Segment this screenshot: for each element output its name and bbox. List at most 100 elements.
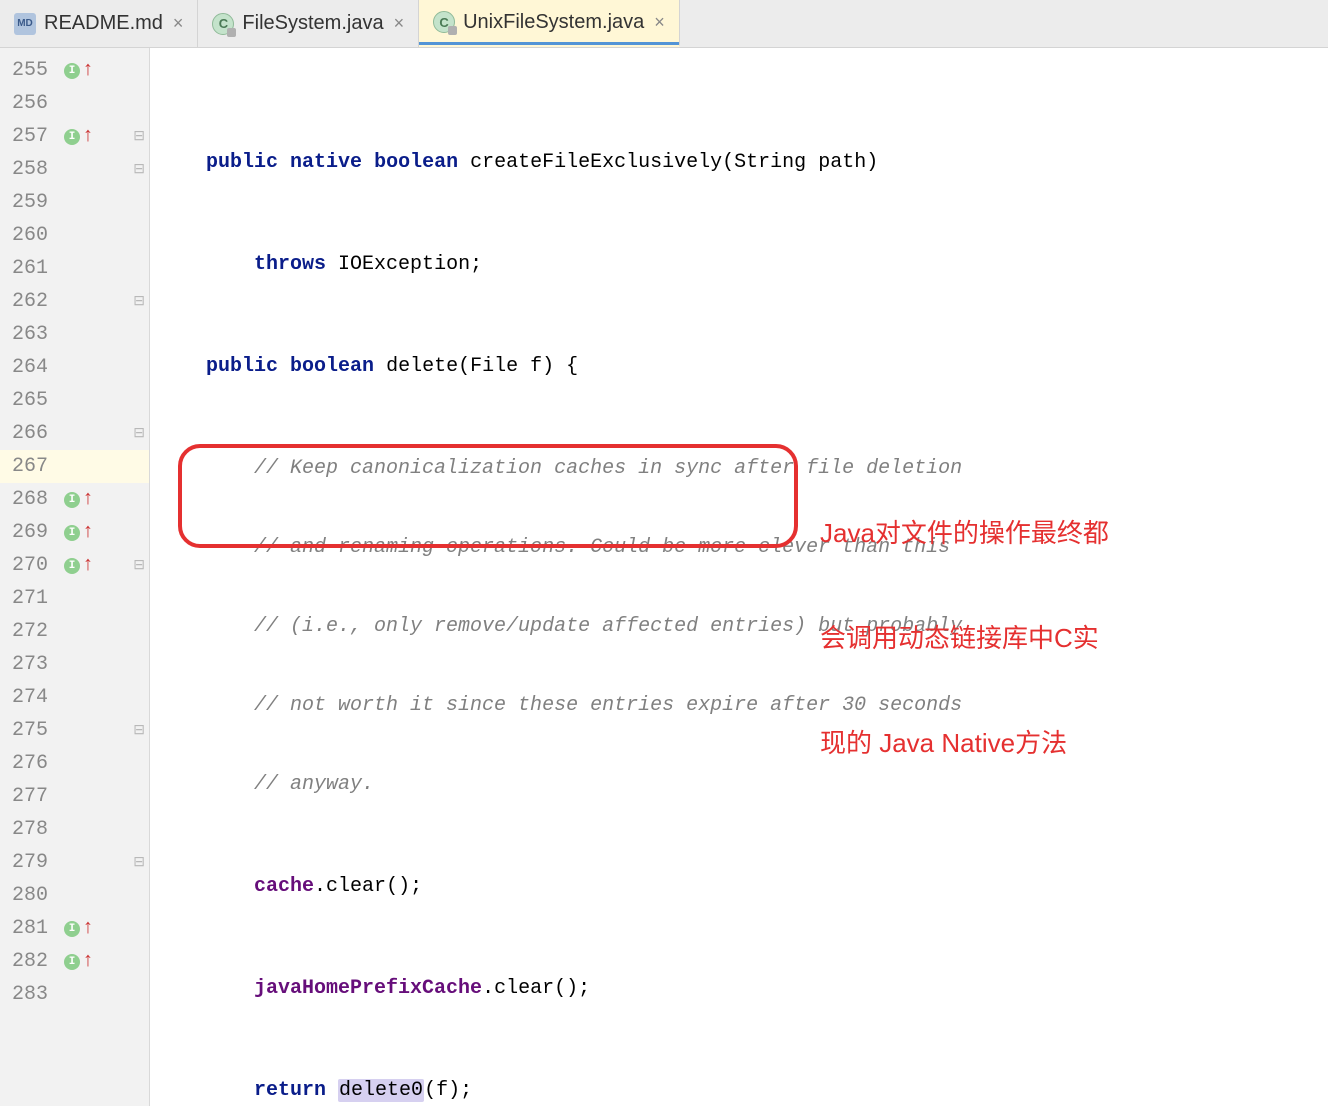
- gutter-line[interactable]: 261: [0, 252, 149, 285]
- override-up-arrow-icon[interactable]: ↑: [82, 950, 94, 973]
- method-clear: clear: [326, 875, 386, 898]
- line-number: 268: [12, 488, 60, 511]
- gutter-line[interactable]: 258⊟: [0, 153, 149, 186]
- gutter-line[interactable]: 267: [0, 450, 149, 483]
- line-number: 264: [12, 356, 60, 379]
- implements-marker-icon[interactable]: [64, 492, 80, 508]
- line-number: 282: [12, 950, 60, 973]
- tab-label: FileSystem.java: [242, 12, 383, 35]
- gutter-line[interactable]: 282 ↑: [0, 945, 149, 978]
- tab-filesystem[interactable]: FileSystem.java ×: [198, 0, 419, 47]
- line-number-gutter[interactable]: 255↑256257↑⊟258⊟259260261262⊟26326426526…: [0, 48, 150, 1106]
- line-number: 278: [12, 818, 60, 841]
- gutter-line[interactable]: 257 ↑ ⊟: [0, 120, 149, 153]
- code-line[interactable]: throws IOException;: [150, 248, 1328, 281]
- fold-toggle-icon[interactable]: ⊟: [133, 128, 145, 145]
- code-line[interactable]: public boolean delete(File f) {: [150, 350, 1328, 383]
- line-number: 255: [12, 59, 60, 82]
- line-number: 257: [12, 125, 60, 148]
- tab-label: UnixFileSystem.java: [463, 11, 644, 34]
- method-delete: delete: [386, 355, 458, 378]
- fold-toggle-icon[interactable]: ⊟: [133, 293, 145, 310]
- line-number: 262: [12, 290, 60, 313]
- line-number: 271: [12, 587, 60, 610]
- gutter-line[interactable]: 256: [0, 87, 149, 120]
- gutter-line[interactable]: 266 ⊟: [0, 417, 149, 450]
- line-number: 274: [12, 686, 60, 709]
- gutter-line[interactable]: 271: [0, 582, 149, 615]
- gutter-line[interactable]: 263: [0, 318, 149, 351]
- line-number: 266: [12, 422, 60, 445]
- gutter-line[interactable]: 279 ⊟: [0, 846, 149, 879]
- line-number: 260: [12, 224, 60, 247]
- override-up-arrow-icon[interactable]: ↑: [82, 59, 94, 82]
- field-cache: cache: [254, 875, 314, 898]
- type-string: String: [734, 151, 806, 174]
- gutter-line[interactable]: 272: [0, 615, 149, 648]
- code-area[interactable]: public native boolean createFileExclusiv…: [150, 48, 1328, 1106]
- keyword-public: public: [206, 151, 278, 174]
- code-line[interactable]: // Keep canonicalization caches in sync …: [150, 452, 1328, 485]
- param-f: f: [436, 1079, 448, 1102]
- fold-toggle-icon[interactable]: ⊟: [133, 722, 145, 739]
- gutter-line[interactable]: 273: [0, 648, 149, 681]
- gutter-line[interactable]: 259: [0, 186, 149, 219]
- gutter-line[interactable]: 265: [0, 384, 149, 417]
- annotation-line: 会调用动态链接库中C实: [820, 621, 1140, 656]
- code-line[interactable]: cache.clear();: [150, 870, 1328, 903]
- code-line[interactable]: // (i.e., only remove/update affected en…: [150, 610, 1328, 643]
- editor-tab-bar: README.md × FileSystem.java × UnixFileSy…: [0, 0, 1328, 48]
- implements-marker-icon[interactable]: [64, 63, 80, 79]
- gutter-line[interactable]: 280: [0, 879, 149, 912]
- override-up-arrow-icon[interactable]: ↑: [82, 125, 94, 148]
- annotation-line: 现的 Java Native方法: [820, 726, 1140, 761]
- line-number: 275: [12, 719, 60, 742]
- line-number: 281: [12, 917, 60, 940]
- tab-readme[interactable]: README.md ×: [0, 0, 198, 47]
- gutter-line[interactable]: 269↑: [0, 516, 149, 549]
- implements-marker-icon[interactable]: [64, 921, 80, 937]
- close-icon[interactable]: ×: [173, 13, 184, 34]
- code-line[interactable]: javaHomePrefixCache.clear();: [150, 972, 1328, 1005]
- line-number: 276: [12, 752, 60, 775]
- code-line[interactable]: public native boolean createFileExclusiv…: [150, 146, 1328, 179]
- fold-toggle-icon[interactable]: ⊟: [133, 161, 145, 178]
- java-class-icon: [433, 11, 455, 33]
- fold-toggle-icon[interactable]: ⊟: [133, 854, 145, 871]
- gutter-line[interactable]: 278: [0, 813, 149, 846]
- fold-toggle-icon[interactable]: ⊟: [133, 425, 145, 442]
- gutter-line[interactable]: 276: [0, 747, 149, 780]
- override-up-arrow-icon[interactable]: ↑: [82, 554, 94, 577]
- gutter-line[interactable]: 260: [0, 219, 149, 252]
- implements-marker-icon[interactable]: [64, 954, 80, 970]
- tab-unixfilesystem[interactable]: UnixFileSystem.java ×: [419, 0, 680, 47]
- implements-marker-icon[interactable]: [64, 129, 80, 145]
- gutter-line[interactable]: 264: [0, 351, 149, 384]
- gutter-line[interactable]: 283: [0, 978, 149, 1011]
- code-line[interactable]: // anyway.: [150, 768, 1328, 801]
- code-line[interactable]: return delete0(f);: [150, 1074, 1328, 1106]
- fold-toggle-icon[interactable]: ⊟: [133, 557, 145, 574]
- close-icon[interactable]: ×: [654, 12, 665, 33]
- gutter-line[interactable]: 262 ⊟: [0, 285, 149, 318]
- close-icon[interactable]: ×: [394, 13, 405, 34]
- code-line[interactable]: // and renaming operations. Could be mor…: [150, 531, 1328, 564]
- override-up-arrow-icon[interactable]: ↑: [82, 488, 94, 511]
- gutter-line[interactable]: 255 ↑: [0, 54, 149, 87]
- gutter-line[interactable]: 270↑⊟: [0, 549, 149, 582]
- gutter-line[interactable]: 274: [0, 681, 149, 714]
- line-number: 277: [12, 785, 60, 808]
- gutter-line[interactable]: 275 ⊟: [0, 714, 149, 747]
- override-up-arrow-icon[interactable]: ↑: [82, 521, 94, 544]
- keyword-boolean: boolean: [290, 355, 374, 378]
- override-up-arrow-icon[interactable]: ↑: [82, 917, 94, 940]
- gutter-line[interactable]: 268 ↑: [0, 483, 149, 516]
- line-number: 279: [12, 851, 60, 874]
- line-number: 283: [12, 983, 60, 1006]
- code-line[interactable]: // not worth it since these entries expi…: [150, 689, 1328, 722]
- implements-marker-icon[interactable]: [64, 525, 80, 541]
- implements-marker-icon[interactable]: [64, 558, 80, 574]
- annotation-line: Java对文件的操作最终都: [820, 516, 1140, 551]
- gutter-line[interactable]: 281 ↑: [0, 912, 149, 945]
- gutter-line[interactable]: 277: [0, 780, 149, 813]
